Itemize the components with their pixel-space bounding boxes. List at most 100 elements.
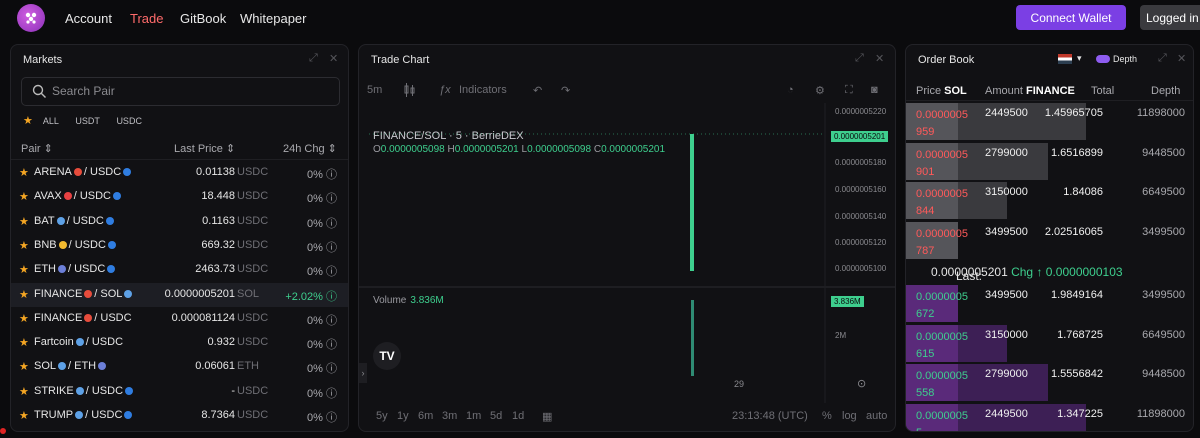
nav-whitepaper[interactable]: Whitepaper xyxy=(240,11,306,26)
camera-icon[interactable]: ◙ xyxy=(871,84,878,96)
chart-time: 23:13:48 (UTC) xyxy=(732,410,808,422)
tradingview-logo-icon[interactable]: TV xyxy=(373,342,401,370)
favorite-star-icon[interactable]: ★ xyxy=(19,385,29,398)
pair-name: AVAX / USDC xyxy=(34,190,123,202)
favorites-star-icon[interactable]: ★ xyxy=(23,115,33,127)
search-input[interactable] xyxy=(52,84,322,98)
ask-row[interactable]: 0.0000005901 2799000 1.6516899 9448500 xyxy=(906,142,1193,181)
order-depth: 9448500 xyxy=(1142,368,1185,380)
trade-chart-panel: Trade Chart ⤢ ✕ 5m ƒx Indicators ↶ ↷ ◔ ⚙… xyxy=(358,44,896,432)
order-depth: 11898000 xyxy=(1136,107,1185,119)
redo-icon[interactable]: ↷ xyxy=(561,84,570,97)
order-amount: 3150000 xyxy=(985,328,1028,341)
order-amount: 3499500 xyxy=(985,289,1028,301)
y-tick: 0.0000005220 xyxy=(835,107,887,116)
pair-name: ETH / USDC xyxy=(34,263,117,275)
header-depth: Depth xyxy=(1151,85,1181,97)
tf-6m[interactable]: 6m xyxy=(418,410,433,422)
interval-button[interactable]: 5m xyxy=(367,84,382,96)
token-icon xyxy=(124,411,133,419)
logged-in-button[interactable]: Logged in xyxy=(1140,5,1200,30)
close-icon[interactable]: ✕ xyxy=(875,52,884,65)
order-price: 0.0000005787 xyxy=(916,227,968,257)
chevron-down-icon[interactable]: ▾ xyxy=(1077,53,1082,64)
order-amount: 2799000 xyxy=(985,368,1028,380)
market-row[interactable]: ★ ETH / USDC 2463.73 USDC 0% ⓘ xyxy=(11,258,348,282)
tf-1y[interactable]: 1y xyxy=(397,410,409,422)
close-icon[interactable]: ✕ xyxy=(329,52,338,65)
indicators-button[interactable]: Indicators xyxy=(459,84,507,96)
favorite-star-icon[interactable]: ★ xyxy=(19,190,29,203)
market-row[interactable]: ★ Fartcoin / USDC 0.932 USDC 0% ⓘ xyxy=(11,331,348,355)
change-24h: 0% ⓘ xyxy=(307,363,337,376)
tf-5y[interactable]: 5y xyxy=(376,410,388,422)
favorite-star-icon[interactable]: ★ xyxy=(19,409,29,422)
market-row[interactable]: ★ STRIKE / USDC - USDC 0% ⓘ xyxy=(11,380,348,404)
header-price: Price xyxy=(916,85,942,97)
favorite-star-icon[interactable]: ★ xyxy=(19,336,29,349)
date-range-icon[interactable]: ▦ xyxy=(542,410,552,423)
tf-1m[interactable]: 1m xyxy=(466,410,481,422)
market-row[interactable]: ★ SOL / ETH 0.06061 ETH 0% ⓘ xyxy=(11,355,348,379)
tf-5d[interactable]: 5d xyxy=(490,410,502,422)
last-price: 0.000081124 xyxy=(171,311,235,324)
market-row[interactable]: ★ BAT / USDC 0.1163 USDC 0% ⓘ xyxy=(11,210,348,234)
market-row[interactable]: ★ AVAX / USDC 18.448 USDC 0% ⓘ xyxy=(11,185,348,209)
reset-chart-icon[interactable]: ⊙ xyxy=(857,377,866,390)
depth-toggle[interactable] xyxy=(1096,55,1110,63)
tf-1d[interactable]: 1d xyxy=(512,410,524,422)
indicators-icon[interactable]: ƒx xyxy=(439,84,451,96)
header-24h-chg[interactable]: 24h Chg ⇕ xyxy=(283,142,337,155)
filter-all[interactable]: ALL xyxy=(43,116,59,126)
favorite-star-icon[interactable]: ★ xyxy=(19,312,29,325)
filter-usdc[interactable]: USDC xyxy=(116,116,142,126)
search-icon xyxy=(32,84,46,98)
y-tick: 0.0000005160 xyxy=(835,185,887,194)
nav-account[interactable]: Account xyxy=(65,11,112,26)
header-last-price[interactable]: Last Price ⇕ xyxy=(174,142,235,155)
undo-icon[interactable]: ↶ xyxy=(533,84,542,97)
opt-auto[interactable]: auto xyxy=(866,410,887,422)
connect-wallet-button[interactable]: Connect Wallet xyxy=(1016,5,1126,30)
opt-percent[interactable]: % xyxy=(822,410,832,422)
favorite-star-icon[interactable]: ★ xyxy=(19,239,29,252)
price-unit: USDC xyxy=(237,384,269,397)
bid-row[interactable]: 0.0000005615 3150000 1.768725 6649500 xyxy=(906,324,1193,363)
fullscreen-icon[interactable]: ⛶ xyxy=(845,84,853,97)
header-pair[interactable]: Pair ⇕ xyxy=(21,142,53,155)
favorite-star-icon[interactable]: ★ xyxy=(19,360,29,373)
settings-gear-icon[interactable]: ⚙ xyxy=(815,84,825,97)
favorite-star-icon[interactable]: ★ xyxy=(19,215,29,228)
market-row[interactable]: ★ TRUMP / USDC 8.7364 USDC 0% ⓘ xyxy=(11,404,348,428)
ask-row[interactable]: 0.0000005844 3150000 1.84086 6649500 xyxy=(906,182,1193,220)
favorite-star-icon[interactable]: ★ xyxy=(19,288,29,301)
ask-row[interactable]: 0.0000005787 3499500 2.02516065 3499500 xyxy=(906,221,1193,260)
market-filters: ★ ALL USDT USDC xyxy=(23,114,156,127)
close-icon[interactable]: ✕ xyxy=(1177,52,1186,65)
candle-type-icon[interactable] xyxy=(403,83,415,97)
favorite-star-icon[interactable]: ★ xyxy=(19,166,29,179)
nav-gitbook[interactable]: GitBook xyxy=(180,11,226,26)
filter-usdt[interactable]: USDT xyxy=(75,116,100,126)
favorite-star-icon[interactable]: ★ xyxy=(19,263,29,276)
berrie-logo-icon[interactable] xyxy=(17,4,45,32)
alert-icon[interactable]: ◔ xyxy=(787,84,794,96)
bid-row[interactable]: 0.0000005672 3499500 1.9849164 3499500 xyxy=(906,285,1193,323)
opt-log[interactable]: log xyxy=(842,410,857,422)
price-chart-canvas[interactable] xyxy=(359,103,896,403)
bid-row[interactable]: 0.00000055 2449500 1.347225 11898000 xyxy=(906,403,1193,431)
market-row[interactable]: ★ BNB / USDC 669.32 USDC 0% ⓘ xyxy=(11,234,348,258)
market-row[interactable]: ★ FINANCE / USDC 0.000081124 USDC 0% ⓘ xyxy=(11,307,348,331)
order-price: 0.0000005558 xyxy=(916,370,968,399)
nav-trade[interactable]: Trade xyxy=(130,11,163,26)
market-row[interactable]: ★ FINANCE / SOL 0.0000005201 SOL +2.02% ⓘ xyxy=(11,282,348,307)
tf-3m[interactable]: 3m xyxy=(442,410,457,422)
expand-icon[interactable]: ⤢ xyxy=(309,52,318,65)
ask-row[interactable]: 0.0000005959 2449500 1.45965705 11898000 xyxy=(906,103,1193,141)
expand-icon[interactable]: ⤢ xyxy=(855,52,864,65)
bid-row[interactable]: 0.0000005558 2799000 1.5556842 9448500 xyxy=(906,364,1193,402)
market-row[interactable]: ★ ARENA / USDC 0.01138 USDC 0% ⓘ xyxy=(11,161,348,185)
expand-icon[interactable]: ⤢ xyxy=(1158,52,1167,65)
flag-icon[interactable] xyxy=(1058,54,1072,64)
collapse-arrow-icon[interactable]: › xyxy=(359,363,367,383)
